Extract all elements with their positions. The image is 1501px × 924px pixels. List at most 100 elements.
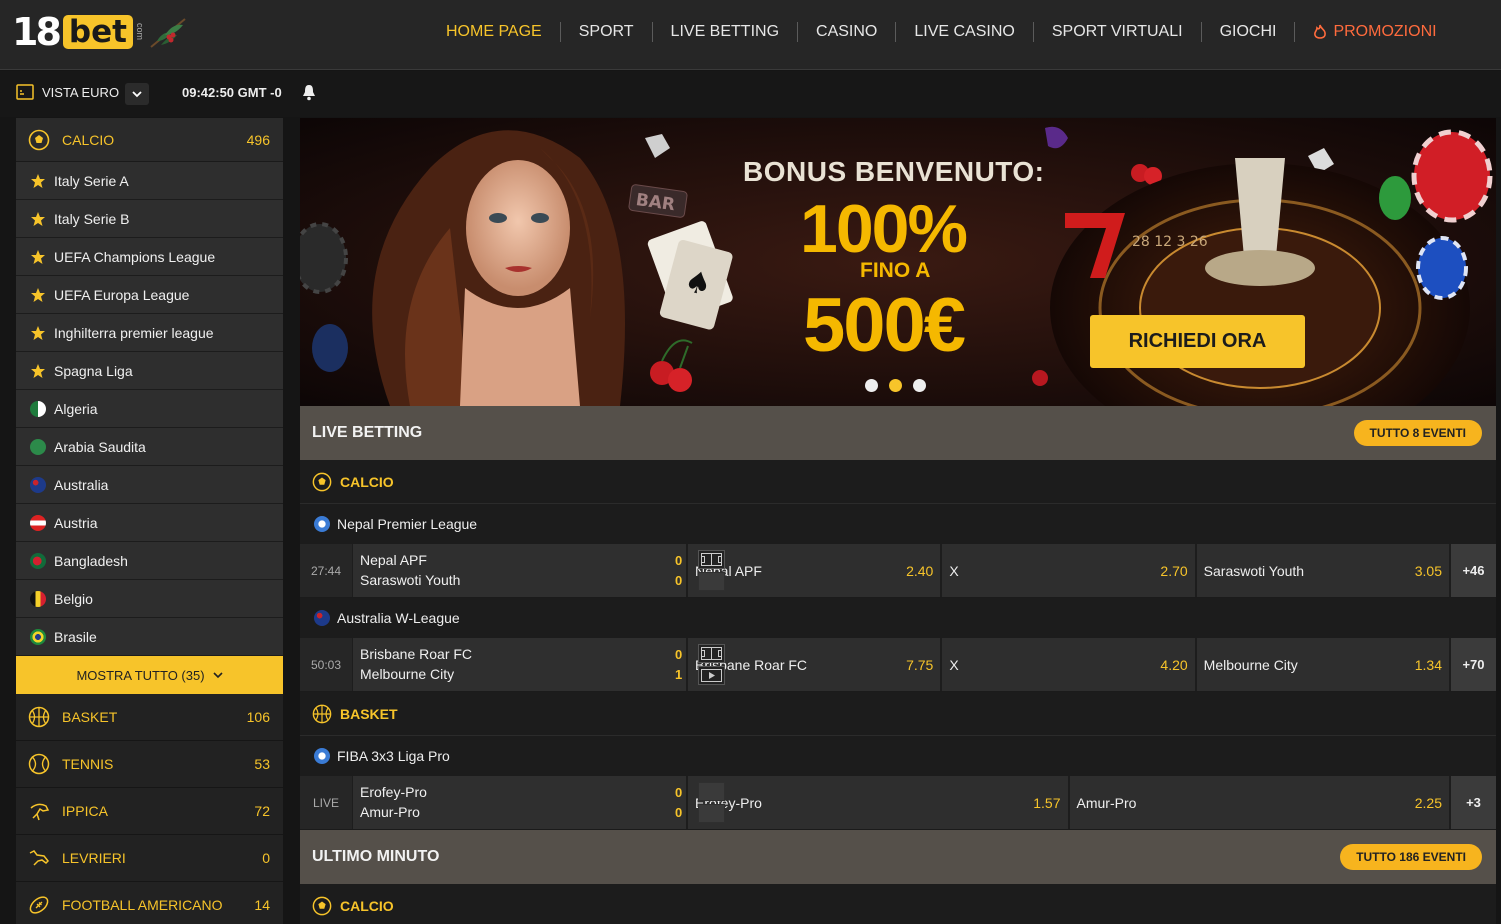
basketball-icon [312,704,332,723]
bangladesh-flag-icon [30,552,46,569]
sidebar-league-item[interactable]: Bangladesh [16,542,283,580]
odd-value: 4.20 [1160,656,1188,673]
carousel-dot-active[interactable] [889,379,902,392]
league-label: Italy Serie B [54,210,130,227]
sidebar-league-item[interactable]: Spagna Liga [16,352,283,390]
odd-away[interactable]: Saraswoti Youth 3.05 [1196,544,1451,597]
competition-header[interactable]: Australia W-League [300,598,1496,638]
nav-home-page[interactable]: HOME PAGE [428,22,561,42]
sidebar-sport-football-americano[interactable]: FOOTBALL AMERICANO 14 [16,882,283,924]
carousel-dot[interactable] [865,379,878,392]
events-panel: LIVE BETTING TUTTO 8 EVENTI CALCIO Nepal… [300,406,1496,924]
odd-home[interactable]: Nepal APF 2.40 [688,544,943,597]
away-team: Melbourne City [360,666,455,682]
banner-percent: 100% [800,191,968,267]
banner-fino: FINO A [860,259,931,282]
match-time: 50:03 [300,638,353,691]
all-last-minute-events-button[interactable]: TUTTO 186 EVENTI [1340,844,1482,870]
league-label: Australia [54,476,109,493]
sidebar-sport-calcio[interactable]: CALCIO 496 [16,118,283,162]
horse-racing-icon [30,803,50,821]
austria-flag-icon [30,514,46,531]
site-logo[interactable]: 18 bet com [12,12,189,52]
carousel-dot[interactable] [913,379,926,392]
competition-header[interactable]: FIBA 3x3 Liga Pro [300,736,1496,776]
match-row[interactable]: LIVE Erofey-Pro Amur-Pro 0 0 Erofey-Pro 1… [300,776,1496,830]
odd-value: 2.40 [906,562,934,579]
play-video-icon[interactable] [698,666,725,685]
claim-now-button[interactable]: RICHIEDI ORA [1090,315,1305,368]
odd-home[interactable]: Brisbane Roar FC 7.75 [688,638,943,691]
nav-sport-virtuali[interactable]: SPORT VIRTUALI [1034,22,1202,42]
odd-draw[interactable]: X 2.70 [942,544,1197,597]
odds-view-icon [16,84,34,100]
view-dropdown-button[interactable] [125,83,149,105]
sidebar-league-item[interactable]: Inghilterra premier league [16,314,283,352]
sidebar-sport-tennis[interactable]: TENNIS 53 [16,741,283,788]
sidebar-sport-levrieri[interactable]: LEVRIERI 0 [16,835,283,882]
sidebar-league-item[interactable]: UEFA Champions League [16,238,283,276]
sidebar-league-item[interactable]: Brasile [16,618,283,656]
sidebar-league-item[interactable]: Australia [16,466,283,504]
nav-giochi[interactable]: GIOCHI [1202,22,1296,42]
nav-live-betting[interactable]: LIVE BETTING [653,22,799,42]
sidebar-league-item[interactable]: Arabia Saudita [16,428,283,466]
sidebar-sport-label: IPPICA [62,803,108,819]
basketball-icon [28,706,50,728]
banner-title: BONUS BENVENUTO: [743,156,1045,187]
nav-sport[interactable]: SPORT [561,22,653,42]
show-all-button[interactable]: MOSTRA TUTTO (35) [16,656,283,694]
sidebar-league-item[interactable]: UEFA Europa League [16,276,283,314]
odd-away[interactable]: Melbourne City 1.34 [1196,638,1451,691]
competition-name: Australia W-League [337,610,460,626]
competition-name: Nepal Premier League [337,516,478,532]
clock: 09:42:50 GMT -0 [182,85,282,100]
sidebar-league-item[interactable]: Italy Serie B [16,200,283,238]
star-icon [31,249,45,264]
more-markets-button[interactable]: +70 [1450,638,1496,691]
match-teams[interactable]: Erofey-Pro Amur-Pro 0 0 [353,776,725,829]
sidebar-sport-label: TENNIS [62,756,114,772]
match-teams[interactable]: Brisbane Roar FC Melbourne City 0 1 [353,638,725,691]
odd-away[interactable]: Amur-Pro 2.25 [1069,776,1451,829]
live-betting-header: LIVE BETTING TUTTO 8 EVENTI [300,406,1496,460]
sport-group-calcio: CALCIO [300,460,1496,504]
sidebar-sport-label: LEVRIERI [62,850,126,866]
saudi-flag-icon [30,438,46,455]
odd-draw[interactable]: X 4.20 [942,638,1197,691]
league-label: Spagna Liga [54,362,133,379]
sidebar-sport-basket[interactable]: BASKET 106 [16,694,283,741]
match-time: 27:44 [300,544,353,597]
sidebar-league-item[interactable]: Belgio [16,580,283,618]
nav-live-casino[interactable]: LIVE CASINO [896,22,1034,42]
greyhound-icon [29,850,50,866]
match-row[interactable]: 27:44 Nepal APF Saraswoti Youth 0 0 Nepa… [300,544,1496,598]
match-row[interactable]: 50:03 Brisbane Roar FC Melbourne City 0 … [300,638,1496,692]
sport-group-label: BASKET [340,705,398,722]
sidebar-league-item[interactable]: Austria [16,504,283,542]
view-selector[interactable]: VISTA EURO [16,84,119,100]
away-score: 0 [675,805,683,820]
sidebar-league-item[interactable]: Algeria [16,390,283,428]
odd-value: 7.75 [906,656,934,673]
competition-header[interactable]: Nepal Premier League [300,504,1496,544]
bell-icon[interactable] [302,84,316,101]
nav-casino[interactable]: CASINO [798,22,897,42]
more-markets-button[interactable]: +3 [1451,776,1496,829]
field-stats-icon[interactable] [698,644,725,663]
sidebar-league-item[interactable]: Italy Serie A [16,162,283,200]
nav-promozioni[interactable]: PROMOZIONI [1295,22,1454,42]
promo-banner[interactable]: ♠ ♠ BAR 28 12 3 26 BONUS BENVENUTO: 100%… [300,118,1496,406]
match-teams[interactable]: Nepal APF Saraswoti Youth 0 0 [353,544,725,597]
algeria-flag-icon [30,400,46,417]
star-icon [31,173,45,188]
all-live-events-button[interactable]: TUTTO 8 EVENTI [1353,420,1482,446]
sidebar-sport-count: 106 [246,709,270,725]
belgium-flag-icon [30,590,46,607]
odd-home[interactable]: Erofey-Pro 1.57 [688,776,1070,829]
more-markets-button[interactable]: +46 [1450,544,1496,597]
sidebar-sport-ippica[interactable]: IPPICA 72 [16,788,283,835]
australia-flag-icon [314,610,330,626]
field-stats-icon[interactable] [698,550,725,569]
home-team: Brisbane Roar FC [360,646,473,662]
